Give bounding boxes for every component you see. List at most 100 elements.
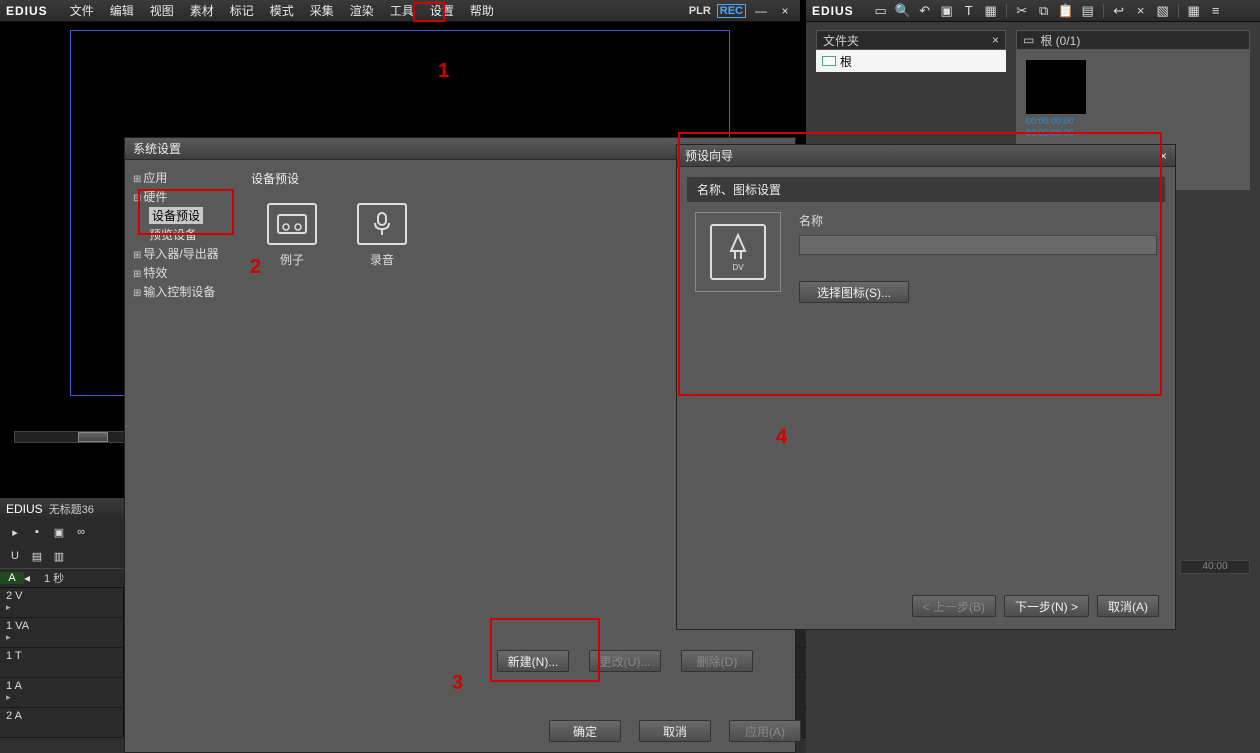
folder-panel: 文件夹 × 根: [816, 30, 1006, 52]
ruler-badge: A: [0, 572, 24, 584]
name-label: 名称: [799, 212, 1157, 229]
device-tape-icon: [267, 203, 317, 245]
tl-icon-4[interactable]: ∞: [72, 524, 90, 540]
menubar: EDIUS 文件 编辑 视图 素材 标记 模式 采集 渲染 工具 设置 帮助 P…: [0, 0, 800, 22]
microphone-icon: [357, 203, 407, 245]
preset-tile-example[interactable]: 例子: [267, 203, 317, 268]
panel-close-icon[interactable]: ×: [992, 33, 999, 47]
thumb-header: 根 (0/1): [1040, 32, 1080, 49]
thumb-folder-icon: ▭: [1023, 33, 1034, 47]
right-toolbar: EDIUS ▭ 🔍 ↶ ▣ T ▦ ✂ ⧉ 📋 ▤ ↩ × ▧ ▦ ≡: [806, 0, 1260, 22]
track-label[interactable]: 2 A: [6, 710, 22, 722]
tl-icon-3[interactable]: ▣: [50, 524, 68, 540]
wizard-section-title: 名称、图标设置: [687, 177, 1165, 202]
timeline-title: EDIUS: [6, 502, 43, 516]
tree-hardware[interactable]: ⊟硬件: [131, 187, 231, 206]
tile-label: 录音: [370, 251, 394, 268]
track-expand-icon[interactable]: ▸: [6, 692, 11, 703]
hide-icon[interactable]: ▧: [1154, 3, 1172, 19]
folder-root-label: 根: [840, 53, 852, 70]
tree-effects[interactable]: ⊞特效: [131, 263, 231, 282]
track-label[interactable]: 1 VA: [6, 620, 29, 632]
ok-button[interactable]: 确定: [549, 720, 621, 742]
ruler-marker: ◂: [24, 571, 32, 585]
app-name: EDIUS: [6, 4, 48, 18]
tl-icon-1[interactable]: ▸: [6, 524, 24, 540]
settings-tree: ⊞应用 ⊟硬件 设备预设 预览设备 ⊞导入器/导出器 ⊞特效 ⊞输入控制设备: [125, 160, 237, 716]
folder-root-item[interactable]: 根: [816, 50, 1006, 72]
list-icon[interactable]: ≡: [1207, 3, 1225, 19]
prev-button[interactable]: < 上一步(B): [912, 595, 996, 617]
tile-label: 例子: [280, 251, 304, 268]
text-icon[interactable]: T: [960, 3, 978, 19]
close-button[interactable]: ×: [776, 4, 794, 18]
tree-preview-device[interactable]: 预览设备: [131, 225, 231, 244]
track-expand-icon[interactable]: ▸: [6, 602, 11, 613]
menu-edit[interactable]: 编辑: [102, 0, 142, 21]
grid-icon[interactable]: ▦: [1185, 3, 1203, 19]
tool-icon[interactable]: ↶: [916, 3, 934, 19]
menu-tools[interactable]: 工具: [382, 0, 422, 21]
apply-button[interactable]: 应用(A): [729, 720, 801, 742]
tree-input-control[interactable]: ⊞输入控制设备: [131, 282, 231, 301]
dialog-title: 系统设置: [133, 140, 181, 157]
menu-capture[interactable]: 采集: [302, 0, 342, 21]
clip-thumbnail[interactable]: [1026, 60, 1086, 114]
preset-wizard-dialog: 预设向导 × 名称、图标设置 DV 名称 选择图标(S)... < 上一步(B)…: [676, 144, 1176, 630]
menu-file[interactable]: 文件: [62, 0, 102, 21]
clip-tc-out: 00:00:00:00: [1026, 126, 1240, 138]
track-expand-icon[interactable]: ▸: [6, 632, 11, 643]
folder-icon: [822, 56, 836, 66]
menu-render[interactable]: 渲染: [342, 0, 382, 21]
tree-device-preset[interactable]: 设备预设: [131, 206, 231, 225]
plus-icon: ⊞: [133, 174, 141, 185]
delete-button[interactable]: 删除(D): [681, 650, 753, 672]
folder-icon[interactable]: ▭: [872, 3, 890, 19]
app-name-2: EDIUS: [812, 4, 854, 18]
tl-icon-6[interactable]: ▤: [28, 548, 46, 564]
new-bin-icon[interactable]: ▣: [938, 3, 956, 19]
color-icon[interactable]: ▦: [982, 3, 1000, 19]
menu-mode[interactable]: 模式: [262, 0, 302, 21]
wizard-title: 预设向导: [685, 147, 733, 164]
copy-icon[interactable]: ⧉: [1035, 3, 1053, 19]
timeline-doc: 无标题36: [49, 501, 94, 517]
clip-tc-in: 00:00:00:00: [1026, 114, 1240, 126]
paste-icon[interactable]: 📋: [1057, 3, 1075, 19]
undo-icon[interactable]: ↩: [1110, 3, 1128, 19]
menu-clip[interactable]: 素材: [182, 0, 222, 21]
plr-label: PLR: [689, 5, 711, 17]
menu-marker[interactable]: 标记: [222, 0, 262, 21]
h-scrollbar-thumb[interactable]: [78, 432, 108, 442]
tl-icon-7[interactable]: ▥: [50, 548, 68, 564]
folder-panel-title: 文件夹: [823, 32, 859, 49]
menu-help[interactable]: 帮助: [462, 0, 502, 21]
rec-label: REC: [717, 4, 746, 18]
tree-app[interactable]: ⊞应用: [131, 168, 231, 187]
menu-settings[interactable]: 设置: [422, 0, 462, 21]
name-input[interactable]: [799, 235, 1157, 255]
next-button[interactable]: 下一步(N) >: [1004, 595, 1089, 617]
minus-icon: ⊟: [133, 193, 141, 204]
modify-button[interactable]: 更改(U)...: [589, 650, 661, 672]
search-icon[interactable]: 🔍: [894, 3, 912, 19]
wizard-close-icon[interactable]: ×: [1160, 149, 1167, 163]
cut-icon[interactable]: ✂: [1013, 3, 1031, 19]
props-icon[interactable]: ▤: [1079, 3, 1097, 19]
preset-tile-record[interactable]: 录音: [357, 203, 407, 268]
minimize-button[interactable]: —: [752, 4, 770, 18]
plus-icon: ⊞: [133, 288, 141, 299]
new-button[interactable]: 新建(N)...: [497, 650, 569, 672]
tl-icon-5[interactable]: U: [6, 548, 24, 564]
track-label[interactable]: 2 V: [6, 590, 23, 602]
tree-importer-exporter[interactable]: ⊞导入器/导出器: [131, 244, 231, 263]
close-icon[interactable]: ×: [1132, 3, 1150, 19]
track-label[interactable]: 1 A: [6, 680, 22, 692]
tl-icon-2[interactable]: ▪: [28, 524, 46, 540]
dv-icon: DV: [710, 224, 766, 280]
menu-view[interactable]: 视图: [142, 0, 182, 21]
cancel-button[interactable]: 取消: [639, 720, 711, 742]
track-label[interactable]: 1 T: [6, 650, 22, 662]
select-icon-button[interactable]: 选择图标(S)...: [799, 281, 909, 303]
cancel-button[interactable]: 取消(A): [1097, 595, 1159, 617]
